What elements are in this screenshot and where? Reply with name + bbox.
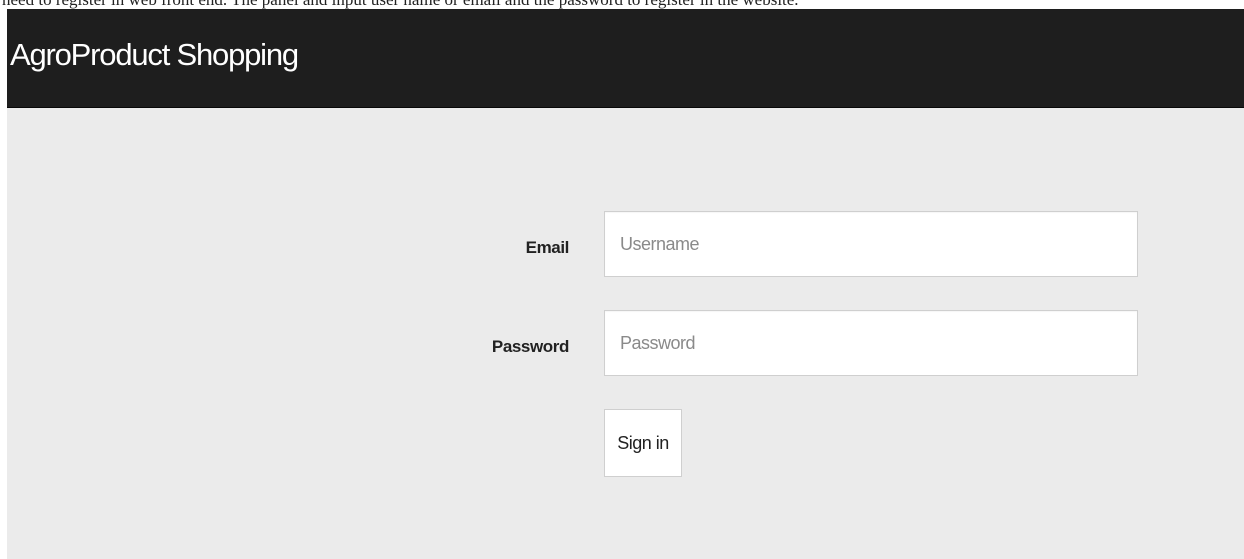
password-label: Password xyxy=(491,337,570,356)
navbar: AgroProduct Shopping xyxy=(7,9,1244,108)
password-field[interactable] xyxy=(604,310,1138,376)
app-window: AgroProduct Shopping Email Password Sign… xyxy=(7,9,1244,559)
sign-in-button[interactable]: Sign in xyxy=(604,409,682,477)
caption-text: need to register in web front end. The p… xyxy=(2,0,799,9)
email-field[interactable] xyxy=(604,211,1138,277)
brand-link[interactable]: AgroProduct Shopping xyxy=(10,37,299,73)
email-label: Email xyxy=(525,238,570,257)
caption-strip: need to register in web front end. The p… xyxy=(0,0,1244,9)
